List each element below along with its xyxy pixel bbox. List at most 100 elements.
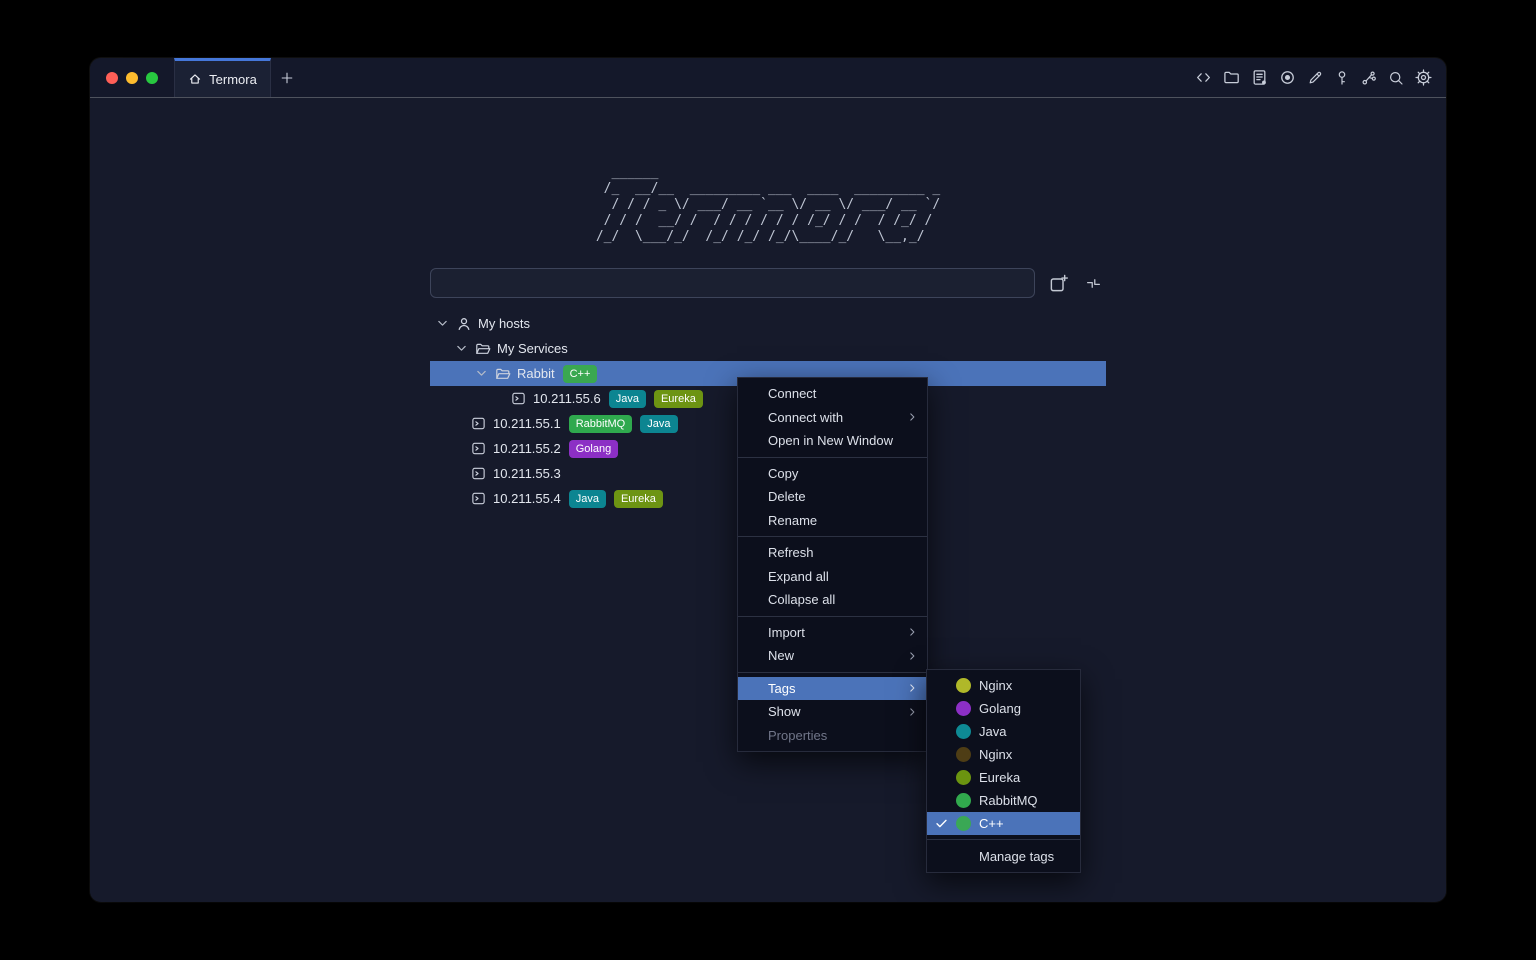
collapse-all-button[interactable] [1081,271,1105,295]
terminal-icon [470,466,487,481]
menu-divider [927,839,1080,840]
tag-item-label: C++ [979,816,1004,831]
tag-item-eureka[interactable]: Eureka [927,766,1080,789]
menu-divider [738,457,927,458]
tag-item-golang[interactable]: Golang [927,697,1080,720]
tree-row-label: 10.211.55.4 [493,491,561,506]
tree-row-my-hosts[interactable]: My hosts [430,311,1106,336]
tag-color-dot [956,678,971,693]
titlebar: Termora [90,58,1446,98]
window-controls [90,58,158,97]
submenu-arrow-icon [907,412,918,423]
menu-item-open-in-new-window[interactable]: Open in New Window [738,429,927,453]
tag-badge-java: Java [640,415,677,433]
menu-item-connect[interactable]: Connect [738,382,927,406]
menu-item-expand-all[interactable]: Expand all [738,565,927,589]
menu-item-label: Tags [768,681,795,696]
tab-label: Termora [209,72,257,87]
menu-item-label: Refresh [768,545,814,560]
chevron-down-icon[interactable] [435,317,449,330]
submenu-arrow-icon [907,627,918,638]
close-button[interactable] [106,72,118,84]
settings-icon[interactable] [1415,69,1432,86]
menu-item-refresh[interactable]: Refresh [738,541,927,565]
log-icon[interactable] [1251,69,1268,86]
manage-tags-button[interactable]: Manage tags [927,844,1080,868]
ascii-logo: ______ /_ __/__ _________ ___ ____ _____… [596,98,940,245]
tag-color-dot [956,793,971,808]
tag-item-cpp[interactable]: C++ [927,812,1080,835]
chevron-down-icon[interactable] [454,342,468,355]
search-icon[interactable] [1388,70,1404,86]
tag-item-rabbitmq[interactable]: RabbitMQ [927,789,1080,812]
menu-divider [738,672,927,673]
tag-item-java[interactable]: Java [927,720,1080,743]
app-window: Termora ______ /_ __/__ _________ ___ __… [90,58,1446,902]
tag-badge-cpp: C++ [563,365,598,383]
home-icon [188,72,202,86]
menu-item-copy[interactable]: Copy [738,462,927,486]
submenu-arrow-icon [907,706,918,717]
tag-badge-golang: Golang [569,440,618,458]
folder-icon[interactable] [1223,69,1240,86]
menu-item-import[interactable]: Import [738,621,927,645]
context-menu: Connect Connect with Open in New Window Cop… [737,377,928,752]
plus-icon [279,70,295,86]
menu-item-delete[interactable]: Delete [738,485,927,509]
menu-item-label: Collapse all [768,592,835,607]
tab-termora[interactable]: Termora [174,58,271,97]
menu-item-rename[interactable]: Rename [738,509,927,533]
menu-item-show[interactable]: Show [738,700,927,724]
folder-open-icon [474,341,491,357]
search-input[interactable] [430,268,1035,298]
new-tab-button[interactable] [271,58,303,97]
menu-item-label: Connect with [768,410,843,425]
code-icon[interactable] [1195,69,1212,86]
tag-badge-eureka: Eureka [614,490,663,508]
tree-row-label: 10.211.55.3 [493,466,561,481]
minimize-button[interactable] [126,72,138,84]
tag-color-dot [956,724,971,739]
main-content: ______ /_ __/__ _________ ___ ____ _____… [90,98,1446,901]
menu-divider [738,536,927,537]
terminal-icon [510,391,527,406]
menu-item-label: Open in New Window [768,433,893,448]
tag-item-label: Java [979,724,1006,739]
keychain-icon[interactable] [1361,70,1377,86]
menu-item-new[interactable]: New [738,644,927,668]
menu-item-tags[interactable]: Tags [738,677,927,701]
tag-item-label: Golang [979,701,1021,716]
tree-row-my-services[interactable]: My Services [430,336,1106,361]
submenu-arrow-icon [907,650,918,661]
add-host-button[interactable] [1046,271,1070,295]
tree-row-label: 10.211.55.6 [533,391,601,406]
menu-item-label: Expand all [768,569,829,584]
tag-badge-java: Java [569,490,606,508]
menu-item-label: New [768,648,794,663]
tag-item-label: Eureka [979,770,1020,785]
tag-item-label: RabbitMQ [979,793,1038,808]
tree-row-label: 10.211.55.2 [493,441,561,456]
tree-row-label: My hosts [478,316,530,331]
chevron-down-icon[interactable] [474,367,488,380]
terminal-icon [470,491,487,506]
tag-item-label: Nginx [979,678,1012,693]
menu-item-label: Delete [768,489,806,504]
menu-item-collapse-all[interactable]: Collapse all [738,588,927,612]
record-icon[interactable] [1279,69,1296,86]
menu-item-label: Show [768,704,801,719]
tags-submenu: Nginx Golang Java Nginx Eureka RabbitMQ C++ Man… [926,669,1081,873]
menu-divider [738,616,927,617]
tag-item-nginx[interactable]: Nginx [927,674,1080,697]
menu-item-label: Import [768,625,805,640]
search-row [430,268,1106,298]
tag-color-dot [956,747,971,762]
menu-item-connect-with[interactable]: Connect with [738,406,927,430]
tag-item-nginx[interactable]: Nginx [927,743,1080,766]
tree-row-label: My Services [497,341,568,356]
key-icon[interactable] [1334,70,1350,86]
tree-row-label: Rabbit [517,366,555,381]
zoom-button[interactable] [146,72,158,84]
edit-icon[interactable] [1307,70,1323,86]
menu-item-properties: Properties [738,724,927,748]
